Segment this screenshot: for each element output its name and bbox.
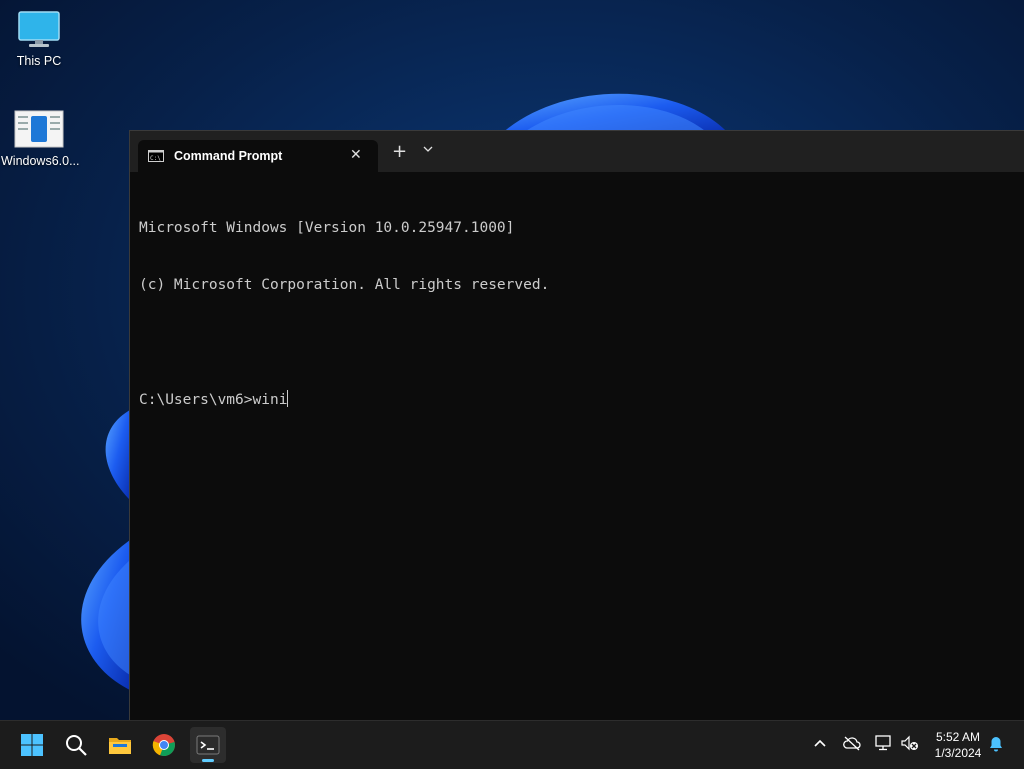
cloud-offline-icon[interactable] <box>843 735 861 751</box>
clock[interactable]: 5:52 AM 1/3/2024 <box>928 729 988 761</box>
command-input[interactable]: wini <box>253 392 288 408</box>
console-output[interactable]: Microsoft Windows [Version 10.0.25947.10… <box>139 181 549 447</box>
chevron-up-icon[interactable] <box>813 738 827 748</box>
chrome-icon <box>152 734 175 757</box>
volume-muted-icon[interactable] <box>901 735 919 751</box>
search-button[interactable] <box>58 727 94 763</box>
command-line[interactable]: C:\Users\vm6>wini <box>139 390 549 409</box>
tab-title: Command Prompt <box>174 149 283 163</box>
svg-text:C:\: C:\ <box>150 155 161 162</box>
notification-bell-icon[interactable] <box>989 736 1003 752</box>
console-line: (c) Microsoft Corporation. All rights re… <box>139 277 550 293</box>
network-icon[interactable] <box>875 735 893 751</box>
file-explorer-button[interactable] <box>102 727 138 763</box>
console-line: Microsoft Windows [Version 10.0.25947.10… <box>139 220 515 236</box>
text-cursor <box>287 390 289 407</box>
terminal-button[interactable] <box>190 727 226 763</box>
clock-time: 5:52 AM <box>935 730 981 744</box>
installer-icon <box>14 110 64 148</box>
clock-date: 1/3/2024 <box>934 746 982 760</box>
cmd-icon: C:\ <box>148 150 164 162</box>
chevron-down-icon[interactable] <box>423 145 433 153</box>
desktop-icon-this-pc[interactable]: This PC <box>1 10 77 68</box>
search-icon <box>66 735 87 756</box>
desktop-icon-label: Windows6.0... <box>1 154 80 168</box>
monitor-icon <box>18 11 60 47</box>
tab-command-prompt[interactable]: C:\ Command Prompt ✕ <box>138 140 378 172</box>
file-explorer-icon <box>109 738 131 754</box>
desktop-icon-windows-installer[interactable]: Windows6.0... <box>1 110 80 168</box>
terminal-window[interactable]: C:\ Command Prompt ✕ + Microsoft Windows… <box>129 130 1024 721</box>
title-bar[interactable]: C:\ Command Prompt ✕ + <box>130 131 1024 172</box>
terminal-icon <box>196 735 220 755</box>
start-button[interactable] <box>14 727 50 763</box>
start-icon <box>21 734 43 756</box>
chrome-button[interactable] <box>146 727 182 763</box>
taskbar: 5:52 AM 1/3/2024 <box>0 720 1024 769</box>
new-tab-button[interactable]: + <box>392 143 407 161</box>
desktop-icon-label: This PC <box>16 54 62 68</box>
close-icon[interactable]: ✕ <box>350 147 362 163</box>
prompt: C:\Users\vm6> <box>139 392 253 408</box>
active-indicator <box>202 759 214 762</box>
